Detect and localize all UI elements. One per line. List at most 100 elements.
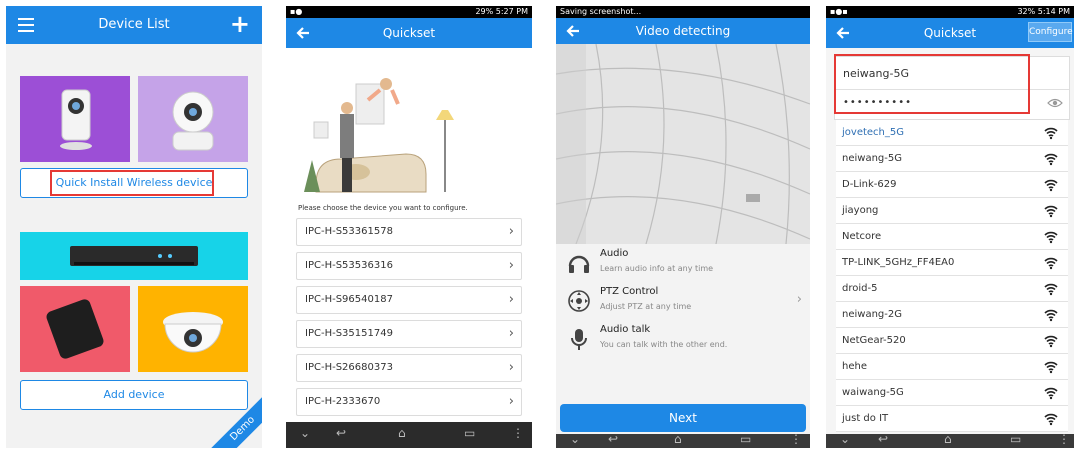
more-icon[interactable]: ⋮: [1058, 432, 1070, 446]
status-bar: ▪● 29% 5:27 PM: [286, 6, 532, 18]
cube-camera-icon: [60, 89, 92, 150]
status-time: 32% 5:14 PM: [1017, 7, 1070, 16]
highlight-box: [50, 170, 214, 196]
wifi-network-row[interactable]: neiwang-2G: [836, 302, 1068, 328]
wifi-network-row[interactable]: Netcore: [836, 224, 1068, 250]
home-nav-icon[interactable]: ⌂: [944, 432, 952, 446]
network-name: D-Link-629: [842, 179, 897, 190]
add-device-button[interactable]: Add device: [20, 380, 248, 410]
chevron-right-icon: ›: [508, 258, 514, 273]
device-row[interactable]: IPC-H-S53361578 ›: [296, 218, 522, 246]
chevron-right-icon: ›: [508, 360, 514, 375]
ptz-control-option[interactable]: PTZ Control Adjust PTZ at any time ›: [556, 282, 810, 320]
nvr-tile[interactable]: [20, 232, 248, 280]
wifi-network-row[interactable]: waiwang-5G: [836, 380, 1068, 406]
wifi-network-row[interactable]: droid-5: [836, 276, 1068, 302]
wifi-network-row[interactable]: jovetech_5G: [836, 120, 1068, 146]
wifi-network-row[interactable]: NetGear-520: [836, 328, 1068, 354]
page-title: Device List: [98, 17, 170, 32]
chevron-down-icon[interactable]: ⌄: [300, 426, 310, 440]
device-name: IPC-H-S96540187: [305, 294, 393, 305]
highlight-box: [834, 54, 1030, 114]
instruction-text: Please choose the device you want to con…: [298, 204, 468, 212]
wifi-network-row[interactable]: jiayong: [836, 198, 1068, 224]
wifi-network-row[interactable]: hehe: [836, 354, 1068, 380]
network-name: jovetech_5G: [842, 127, 904, 138]
chevron-right-icon: ›: [508, 224, 514, 239]
cube-camera-tile[interactable]: [20, 76, 130, 162]
panel-device-icon: [46, 299, 104, 359]
wifi-network-row[interactable]: neiwang-5G: [836, 146, 1068, 172]
device-name: IPC-H-S26680373: [305, 362, 393, 373]
device-name: IPC-H-2333670: [305, 396, 381, 407]
back-nav-icon[interactable]: ↩: [608, 432, 618, 446]
wifi-signal-icon: [1044, 309, 1058, 322]
back-nav-icon[interactable]: ↩: [878, 432, 888, 446]
nvr-icon: [70, 246, 198, 266]
recent-apps-icon[interactable]: ▭: [740, 432, 751, 446]
dome-camera-icon: [163, 312, 223, 353]
chevron-right-icon: ›: [508, 292, 514, 307]
status-bar: ▪●▪ 32% 5:14 PM: [826, 6, 1074, 18]
home-nav-icon[interactable]: ⌂: [398, 426, 406, 440]
option-title: PTZ Control: [600, 286, 659, 297]
chevron-right-icon: ›: [508, 326, 514, 341]
wifi-signal-icon: [1044, 231, 1058, 244]
device-row[interactable]: IPC-H-S35151749 ›: [296, 320, 522, 348]
recent-apps-icon[interactable]: ▭: [464, 426, 475, 440]
status-text: Saving screenshot...: [560, 7, 642, 16]
ptz-camera-tile[interactable]: [138, 76, 248, 162]
wifi-signal-icon: [1044, 387, 1058, 400]
ptz-camera-icon: [172, 91, 214, 151]
ptz-joystick-icon: [568, 290, 590, 312]
quickset-wifi-screen: ▪●▪ 32% 5:14 PM Quickset Configure neiwa…: [826, 6, 1074, 448]
quickset-device-screen: ▪● 29% 5:27 PM Quickset Please choose th…: [286, 6, 532, 448]
wifi-signal-icon: [1044, 179, 1058, 192]
next-button[interactable]: Next: [560, 404, 806, 432]
quickset-header: Quickset Configure: [826, 18, 1074, 48]
add-icon[interactable]: +: [230, 10, 250, 38]
page-title: Quickset: [382, 26, 436, 40]
android-nav-bar: ⌄ ↩ ⌂ ▭ ⋮: [826, 432, 1074, 448]
network-name: neiwang-5G: [842, 153, 902, 164]
audio-option[interactable]: Audio Learn audio info at any time: [556, 244, 810, 282]
chevron-right-icon: ›: [508, 394, 514, 409]
status-bar: Saving screenshot...: [556, 6, 810, 18]
android-nav-bar: ⌄ ↩ ⌂ ▭ ⋮: [286, 422, 532, 448]
audio-talk-option[interactable]: Audio talk You can talk with the other e…: [556, 320, 810, 358]
doorbell-tile[interactable]: [20, 286, 130, 372]
device-row[interactable]: IPC-H-S96540187 ›: [296, 286, 522, 314]
configure-button[interactable]: Configure: [1028, 22, 1073, 42]
device-row[interactable]: IPC-H-S53536316 ›: [296, 252, 522, 280]
wifi-network-row[interactable]: D-Link-629: [836, 172, 1068, 198]
network-name: droid-5: [842, 283, 878, 294]
wifi-network-row[interactable]: just do IT: [836, 406, 1068, 432]
network-name: just do IT: [842, 413, 889, 424]
eye-icon[interactable]: [1047, 97, 1063, 109]
device-list-header: Device List +: [6, 6, 262, 44]
network-name: NetGear-520: [842, 335, 906, 346]
more-icon[interactable]: ⋮: [790, 432, 802, 446]
more-icon[interactable]: ⋮: [512, 426, 524, 440]
wifi-network-row[interactable]: TP-LINK_5GHz_FF4EA0: [836, 250, 1068, 276]
wifi-signal-icon: [1044, 257, 1058, 270]
dome-camera-tile[interactable]: [138, 286, 248, 372]
recent-apps-icon[interactable]: ▭: [1010, 432, 1021, 446]
notification-icon: ▪●▪: [830, 7, 848, 16]
network-name: Netcore: [842, 231, 882, 242]
back-nav-icon[interactable]: ↩: [336, 426, 346, 440]
device-row[interactable]: IPC-H-S26680373 ›: [296, 354, 522, 382]
camera-video-feed[interactable]: [556, 44, 810, 244]
notification-icon: ▪●: [290, 7, 303, 16]
device-row[interactable]: IPC-H-2333670 ›: [296, 388, 522, 416]
device-list-screen: Device List + Quick Install Wireless dev…: [6, 6, 262, 448]
chevron-down-icon[interactable]: ⌄: [570, 432, 580, 446]
chevron-down-icon[interactable]: ⌄: [840, 432, 850, 446]
microphone-icon: [571, 329, 587, 350]
status-time: 29% 5:27 PM: [475, 7, 528, 16]
device-name: IPC-H-S53361578: [305, 226, 393, 237]
network-name: hehe: [842, 361, 867, 372]
home-nav-icon[interactable]: ⌂: [674, 432, 682, 446]
video-detecting-screen: Saving screenshot... Video detecting Aud…: [556, 6, 810, 448]
page-title: Video detecting: [635, 24, 731, 38]
